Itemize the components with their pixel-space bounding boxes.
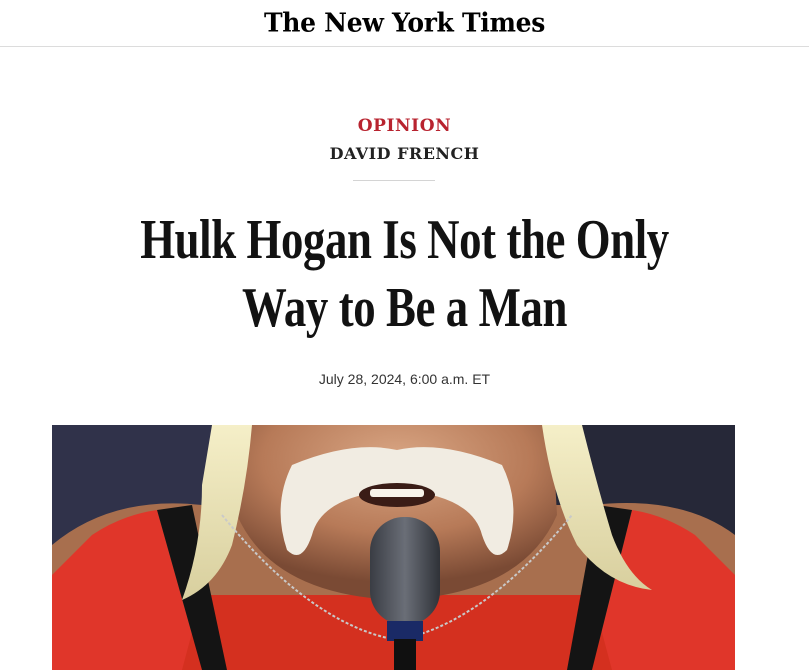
- article-photo: [52, 425, 735, 670]
- section-label[interactable]: OPINION: [0, 116, 809, 136]
- article-dateline: July 28, 2024, 6:00 a.m. ET: [318, 371, 491, 387]
- header-divider: [353, 180, 435, 181]
- masthead: The New York Times: [0, 0, 809, 47]
- article-headline: Hulk Hogan Is Not the Only Way to Be a M…: [140, 209, 669, 339]
- nyt-logo[interactable]: The New York Times: [264, 7, 545, 37]
- author-byline[interactable]: DAVID FRENCH: [0, 144, 809, 163]
- photo-illustration: [52, 425, 735, 670]
